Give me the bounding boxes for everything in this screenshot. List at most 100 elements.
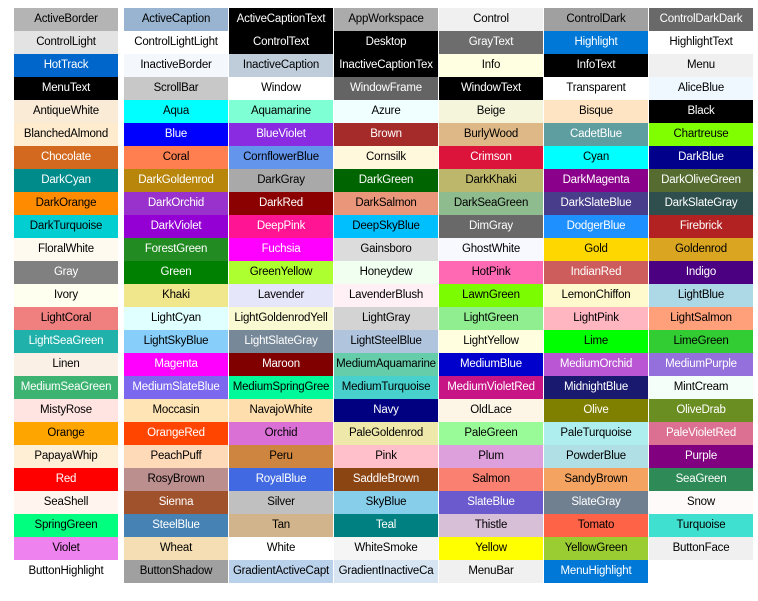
color-swatch-cell[interactable]: Purple — [649, 445, 753, 468]
color-swatch-cell[interactable]: Goldenrod — [649, 238, 753, 261]
color-swatch-cell[interactable]: Chartreuse — [649, 123, 753, 146]
color-swatch-cell[interactable]: Thistle — [439, 514, 543, 537]
color-swatch-cell[interactable]: FloralWhite — [14, 238, 118, 261]
color-swatch-cell[interactable]: LightGray — [334, 307, 438, 330]
color-swatch-cell[interactable]: LightGoldenrodYell — [229, 307, 333, 330]
color-swatch-cell[interactable]: Orange — [14, 422, 118, 445]
color-swatch-cell[interactable]: LightSkyBlue — [124, 330, 228, 353]
color-swatch-cell[interactable]: Info — [439, 54, 543, 77]
color-swatch-cell[interactable]: Coral — [124, 146, 228, 169]
color-swatch-cell[interactable]: LawnGreen — [439, 284, 543, 307]
color-swatch-cell[interactable]: LightCoral — [14, 307, 118, 330]
color-swatch-cell[interactable]: Highlight — [544, 31, 648, 54]
color-swatch-cell[interactable]: Control — [439, 8, 543, 31]
color-swatch-cell[interactable]: ControlDarkDark — [649, 8, 753, 31]
color-swatch-cell[interactable]: NavajoWhite — [229, 399, 333, 422]
color-swatch-cell[interactable]: MintCream — [649, 376, 753, 399]
color-swatch-cell[interactable]: ActiveBorder — [14, 8, 118, 31]
color-swatch-cell[interactable]: CadetBlue — [544, 123, 648, 146]
color-swatch-cell[interactable]: Yellow — [439, 537, 543, 560]
color-swatch-cell[interactable]: SeaGreen — [649, 468, 753, 491]
color-swatch-cell[interactable]: ControlText — [229, 31, 333, 54]
color-swatch-cell[interactable]: PaleTurquoise — [544, 422, 648, 445]
color-swatch-cell[interactable]: LightBlue — [649, 284, 753, 307]
color-swatch-cell[interactable]: Menu — [649, 54, 753, 77]
color-swatch-cell[interactable]: WhiteSmoke — [334, 537, 438, 560]
color-swatch-cell[interactable]: GhostWhite — [439, 238, 543, 261]
color-swatch-cell[interactable]: LightPink — [544, 307, 648, 330]
color-swatch-cell[interactable]: LavenderBlush — [334, 284, 438, 307]
color-swatch-cell[interactable]: Transparent — [544, 77, 648, 100]
color-swatch-cell[interactable]: Ivory — [14, 284, 118, 307]
color-swatch-cell[interactable]: DarkRed — [229, 192, 333, 215]
color-swatch-cell[interactable]: ControlLightLight — [124, 31, 228, 54]
color-swatch-cell[interactable]: HighlightText — [649, 31, 753, 54]
color-swatch-cell[interactable]: SlateBlue — [439, 491, 543, 514]
color-swatch-cell[interactable]: LightSeaGreen — [14, 330, 118, 353]
color-swatch-cell[interactable]: Magenta — [124, 353, 228, 376]
color-swatch-cell[interactable]: SaddleBrown — [334, 468, 438, 491]
color-swatch-cell[interactable]: MediumOrchid — [544, 353, 648, 376]
color-swatch-cell[interactable]: DarkMagenta — [544, 169, 648, 192]
color-swatch-cell[interactable]: MediumTurquoise — [334, 376, 438, 399]
color-swatch-cell[interactable]: DeepSkyBlue — [334, 215, 438, 238]
color-swatch-cell[interactable]: Bisque — [544, 100, 648, 123]
color-swatch-cell[interactable]: Firebrick — [649, 215, 753, 238]
color-swatch-cell[interactable]: DeepPink — [229, 215, 333, 238]
color-swatch-cell[interactable]: Brown — [334, 123, 438, 146]
color-swatch-cell[interactable]: Salmon — [439, 468, 543, 491]
color-swatch-cell[interactable]: ButtonHighlight — [14, 560, 118, 583]
color-swatch-cell[interactable]: MediumSlateBlue — [124, 376, 228, 399]
color-swatch-cell[interactable]: GradientInactiveCa — [334, 560, 438, 583]
color-swatch-cell[interactable]: Sienna — [124, 491, 228, 514]
color-swatch-cell[interactable]: LightGreen — [439, 307, 543, 330]
color-swatch-cell[interactable]: Violet — [14, 537, 118, 560]
color-swatch-cell[interactable]: Silver — [229, 491, 333, 514]
color-swatch-cell[interactable]: Aqua — [124, 100, 228, 123]
color-swatch-cell[interactable]: SpringGreen — [14, 514, 118, 537]
color-swatch-cell[interactable]: GrayText — [439, 31, 543, 54]
color-swatch-cell[interactable]: DarkTurquoise — [14, 215, 118, 238]
color-swatch-cell[interactable]: PaleVioletRed — [649, 422, 753, 445]
color-swatch-cell[interactable]: SeaShell — [14, 491, 118, 514]
color-swatch-cell[interactable]: MediumBlue — [439, 353, 543, 376]
color-swatch-cell[interactable]: Honeydew — [334, 261, 438, 284]
color-swatch-cell[interactable]: PapayaWhip — [14, 445, 118, 468]
color-swatch-cell[interactable]: InactiveBorder — [124, 54, 228, 77]
color-swatch-cell[interactable]: RoyalBlue — [229, 468, 333, 491]
color-swatch-cell[interactable]: DarkSalmon — [334, 192, 438, 215]
color-swatch-cell[interactable]: DarkCyan — [14, 169, 118, 192]
color-swatch-cell[interactable]: SkyBlue — [334, 491, 438, 514]
color-swatch-cell[interactable]: ForestGreen — [124, 238, 228, 261]
color-swatch-cell[interactable]: Wheat — [124, 537, 228, 560]
color-swatch-cell[interactable]: Chocolate — [14, 146, 118, 169]
color-swatch-cell[interactable]: Cyan — [544, 146, 648, 169]
color-swatch-cell[interactable]: PeachPuff — [124, 445, 228, 468]
color-swatch-cell[interactable]: Navy — [334, 399, 438, 422]
color-swatch-cell[interactable]: InactiveCaptionTex — [334, 54, 438, 77]
color-swatch-cell[interactable]: Green — [124, 261, 228, 284]
color-swatch-cell[interactable]: Khaki — [124, 284, 228, 307]
color-swatch-cell[interactable]: MediumSeaGreen — [14, 376, 118, 399]
color-swatch-cell[interactable]: GreenYellow — [229, 261, 333, 284]
color-swatch-cell[interactable]: HotPink — [439, 261, 543, 284]
color-swatch-cell[interactable]: Black — [649, 100, 753, 123]
color-swatch-cell[interactable]: Moccasin — [124, 399, 228, 422]
color-swatch-cell[interactable]: BurlyWood — [439, 123, 543, 146]
color-swatch-cell[interactable]: DodgerBlue — [544, 215, 648, 238]
color-swatch-cell[interactable]: BlanchedAlmond — [14, 123, 118, 146]
color-swatch-cell[interactable]: AppWorkspace — [334, 8, 438, 31]
color-swatch-cell[interactable]: AliceBlue — [649, 77, 753, 100]
color-swatch-cell[interactable]: MediumSpringGree — [229, 376, 333, 399]
color-swatch-cell[interactable]: MenuHighlight — [544, 560, 648, 583]
color-swatch-cell[interactable]: PowderBlue — [544, 445, 648, 468]
color-swatch-cell[interactable]: Beige — [439, 100, 543, 123]
color-swatch-cell[interactable]: ButtonShadow — [124, 560, 228, 583]
color-swatch-cell[interactable]: DarkOrchid — [124, 192, 228, 215]
color-swatch-cell[interactable]: Azure — [334, 100, 438, 123]
color-swatch-cell[interactable]: Desktop — [334, 31, 438, 54]
color-swatch-cell[interactable]: Fuchsia — [229, 238, 333, 261]
color-swatch-cell[interactable]: Olive — [544, 399, 648, 422]
color-swatch-cell[interactable]: Peru — [229, 445, 333, 468]
color-swatch-cell[interactable]: Turquoise — [649, 514, 753, 537]
